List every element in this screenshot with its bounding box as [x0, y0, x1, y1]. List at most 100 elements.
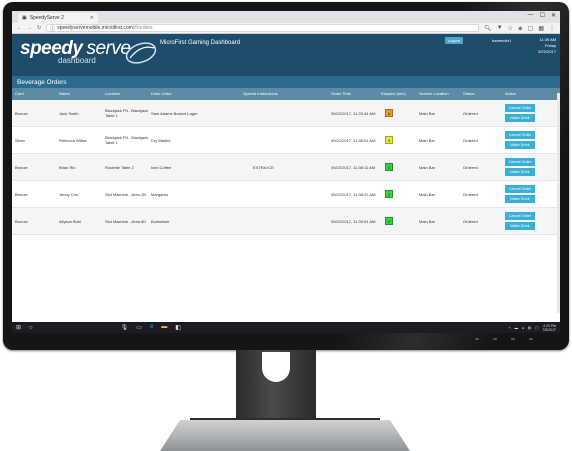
filter-icon[interactable]: ▼	[497, 25, 503, 32]
column-header-instructions: Special Instructions	[243, 90, 278, 96]
clock-date: 9/22/2017	[538, 49, 556, 54]
cell-order-time: 09/22/2017, 11:38:11 AM	[331, 164, 376, 170]
minimize-button[interactable]: —	[528, 12, 534, 19]
cell-status: Ordered	[463, 137, 478, 143]
row-actions: Cancel Order Make Drink	[505, 104, 553, 122]
reload-icon[interactable]: ↻	[37, 25, 41, 31]
row-actions: Cancel Order Make Drink	[505, 212, 553, 230]
column-header-action: Action	[505, 90, 517, 96]
cell-drink: Sam Adams Boston Lager	[151, 110, 198, 116]
tab-favicon-icon: ▣	[22, 15, 27, 21]
network-icon[interactable]: ▤	[528, 326, 531, 330]
star-icon[interactable]: ☆	[508, 25, 513, 32]
table-row: Silver Rebecca Willas Blackjack Pit - Bl…	[12, 127, 560, 154]
table-row: Bronze Jenny Cho Slot Machine - Area 2B …	[12, 181, 560, 208]
cell-service-location: Main Bar	[419, 137, 436, 143]
cell-status: Ordered	[463, 164, 478, 170]
maximize-button[interactable]: ☐	[540, 12, 545, 19]
cell-order-time: 09/22/2017, 11:38:37 AM	[331, 191, 376, 197]
browser-tools: 🔍︎ ▼ ☆ ◈ ▢ ▦ ⋮	[484, 25, 555, 32]
elapsed-badge: 4	[385, 136, 393, 144]
extension-icon[interactable]: ▢	[528, 25, 534, 32]
extension-icon[interactable]: ▦	[538, 25, 544, 32]
cancel-order-button[interactable]: Cancel Order	[505, 158, 535, 166]
cell-location: Slot Machine - Area 6D	[105, 218, 147, 224]
cancel-order-button[interactable]: Cancel Order	[505, 212, 535, 220]
taskbar-apps: 🎙︎ ▭ e ▬ ◧	[121, 324, 181, 331]
logo-swoosh-icon	[125, 42, 157, 64]
column-header-drink: Drink Order	[151, 90, 172, 96]
cell-card: Bronze	[15, 218, 28, 224]
elapsed-badge: 1	[385, 217, 393, 225]
cell-card: Bronze	[15, 110, 28, 116]
menu-icon[interactable]: ⋮	[549, 25, 555, 32]
logout-button[interactable]: Logout	[445, 37, 463, 44]
cell-location: Roulette Table 2	[105, 164, 134, 170]
cell-drink: Iced Coffee	[151, 164, 172, 170]
orders-table-body: Bronze Jack Smith Blackjack Pit - Blackj…	[12, 100, 560, 235]
edge-icon[interactable]: e	[150, 324, 153, 331]
make-drink-button[interactable]: Make Drink	[505, 168, 535, 176]
zoom-icon[interactable]: 🔍︎	[484, 25, 492, 32]
system-tray: ˄ ▬ ◂ ▤ ▢ 4:23 PM 7/5/2017	[508, 324, 556, 332]
table-row: Bronze Jack Smith Blackjack Pit - Blackj…	[12, 100, 560, 127]
url-host: speedyservemobile.microfirst.com	[57, 25, 133, 31]
cancel-order-button[interactable]: Cancel Order	[505, 185, 535, 193]
cell-card: Bronze	[15, 164, 28, 170]
tab-close-icon[interactable]: ✕	[90, 15, 94, 21]
column-header-status: Status	[463, 90, 475, 96]
mic-icon[interactable]: 🎙︎	[121, 324, 129, 331]
cell-drink: Margarita	[151, 191, 168, 197]
cell-location: Blackjack Pit - Blackjack Table 1	[105, 135, 149, 145]
header-clock: 11:39 AM Friday 9/22/2017	[538, 37, 556, 55]
cancel-order-button[interactable]: Cancel Order	[505, 104, 535, 112]
tray-up-icon[interactable]: ˄	[508, 326, 510, 330]
cell-card: Silver	[15, 137, 26, 143]
file-explorer-icon[interactable]: ▬	[161, 324, 167, 331]
task-view-icon[interactable]: ▭	[136, 324, 142, 331]
search-circle-icon[interactable]: ○	[29, 325, 33, 331]
tab-title: SpeedyServe 2	[29, 15, 64, 21]
stand-base	[160, 420, 410, 451]
volume-icon[interactable]: ◂	[522, 326, 524, 330]
cell-status: Ordered	[463, 191, 478, 197]
column-header-card: Card	[15, 90, 24, 96]
make-drink-button[interactable]: Make Drink	[505, 222, 535, 230]
dashboard-title: MicroFirst Gaming Dashboard	[160, 40, 241, 46]
username: bartender1	[492, 38, 512, 43]
make-drink-button[interactable]: Make Drink	[505, 114, 535, 122]
page-scrollbar[interactable]	[557, 93, 560, 313]
cancel-order-button[interactable]: Cancel Order	[505, 131, 535, 139]
store-icon[interactable]: ◧	[175, 324, 181, 331]
stand-cable-hole	[262, 352, 290, 382]
make-drink-button[interactable]: Make Drink	[505, 141, 535, 149]
make-drink-button[interactable]: Make Drink	[505, 195, 535, 203]
battery-icon[interactable]: ▬	[514, 326, 518, 330]
cell-order-time: 09/22/2017, 11:39:51 AM	[331, 218, 376, 224]
row-actions: Cancel Order Make Drink	[505, 131, 553, 149]
forward-icon[interactable]: →	[27, 25, 32, 31]
taskbar-clock[interactable]: 4:23 PM 7/5/2017	[542, 324, 556, 332]
taskbar-time: 4:23 PM	[542, 323, 556, 328]
table-row: Bronze Brian Rio Roulette Table 2 Iced C…	[12, 154, 560, 181]
table-row: Bronze Allyson Bohl Slot Machine - Area …	[12, 208, 560, 235]
windows-taskbar: ⊞ ○ 🎙︎ ▭ e ▬ ◧ ˄ ▬ ◂ ▤ ▢ 4:23 PM 7/5/201…	[12, 322, 560, 333]
close-window-button[interactable]: ✕	[551, 12, 556, 19]
elapsed-badge: 1	[385, 190, 393, 198]
elapsed-badge: 1	[385, 163, 393, 171]
extension-icon[interactable]: ◈	[518, 25, 523, 32]
cell-service-location: Main Bar	[419, 218, 436, 224]
start-windows-icon[interactable]: ⊞	[16, 324, 21, 331]
cell-name: Jenny Cho	[59, 191, 79, 197]
row-actions: Cancel Order Make Drink	[505, 158, 553, 176]
address-bar[interactable]: ⓘ speedyservemobile.microfirst.com/#/ord…	[46, 24, 480, 32]
cell-name: Allyson Bohl	[59, 218, 82, 224]
cell-drink: Budweiser	[151, 218, 170, 224]
notification-icon[interactable]: ▢	[535, 326, 538, 330]
column-header-service-location: Service Location	[419, 90, 449, 96]
app-header: speedy serve dashboard MicroFirst Gaming …	[12, 34, 560, 76]
browser-tab[interactable]: ▣ SpeedyServe 2 ✕	[18, 13, 98, 23]
browser-tabstrip: ▣ SpeedyServe 2 ✕ — ☐ ✕	[12, 11, 560, 23]
lock-icon: ⓘ	[50, 25, 56, 32]
back-icon[interactable]: ←	[17, 25, 22, 31]
